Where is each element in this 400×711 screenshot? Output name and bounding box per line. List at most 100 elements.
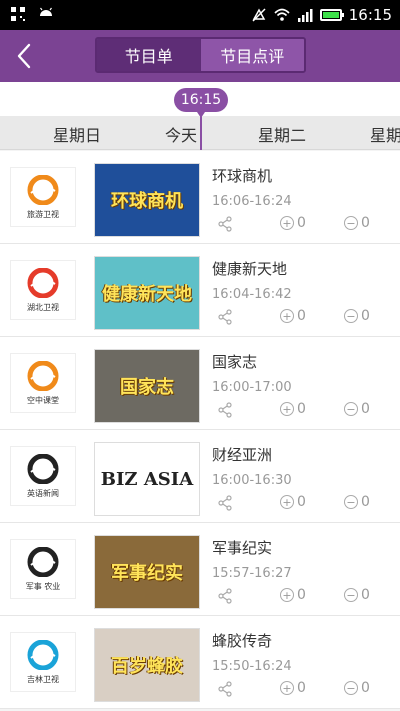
dislike-count: 0 xyxy=(361,494,370,510)
dislike-button[interactable]: − 0 xyxy=(344,215,370,231)
program-title: 军事纪实 xyxy=(212,539,273,557)
share-icon[interactable] xyxy=(217,216,233,232)
plus-icon: + xyxy=(280,402,294,416)
share-icon[interactable] xyxy=(217,681,233,697)
channel-emblem-icon xyxy=(27,267,59,298)
minus-icon: − xyxy=(344,216,358,230)
thumbnail-caption: 百岁蜂胶 xyxy=(111,656,183,677)
thumbnail-caption: 环球商机 xyxy=(111,191,183,212)
dislike-button[interactable]: − 0 xyxy=(344,308,370,324)
tab-schedule[interactable]: 节目单 xyxy=(97,39,201,71)
minus-icon: − xyxy=(344,402,358,416)
wifi-icon xyxy=(274,8,290,21)
channel-logo: 湖北卫视 xyxy=(10,260,76,320)
like-button[interactable]: + 0 xyxy=(280,494,306,510)
channel-name: 英语新闻 xyxy=(27,488,59,498)
like-count: 0 xyxy=(297,680,306,696)
channel-emblem-icon xyxy=(27,546,59,577)
program-thumbnail[interactable]: 军事纪实 xyxy=(94,535,200,609)
program-thumbnail[interactable]: 健康新天地 xyxy=(94,256,200,330)
day-next[interactable]: 星期 xyxy=(370,122,400,146)
day-tuesday[interactable]: 星期二 xyxy=(258,122,306,146)
program-row[interactable]: 旅游卫视 环球商机 环球商机 16:06-16:24 + 0 − 0 xyxy=(0,151,400,244)
program-thumbnail[interactable]: BIZ ASIA xyxy=(94,442,200,516)
channel-emblem-icon xyxy=(27,639,59,670)
channel-logo: 空中课堂 xyxy=(10,353,76,413)
channel-name: 吉林卫视 xyxy=(27,674,59,684)
program-row[interactable]: 英语新闻 BIZ ASIA 财经亚洲 16:00-16:30 + 0 − 0 xyxy=(0,430,400,523)
like-count: 0 xyxy=(297,587,306,603)
day-sunday[interactable]: 星期日 xyxy=(53,122,101,146)
status-bar: 16:15 xyxy=(0,0,400,30)
channel-name: 空中课堂 xyxy=(27,395,59,405)
program-time: 16:00-17:00 xyxy=(212,380,292,395)
mute-icon xyxy=(252,8,266,22)
program-time: 16:04-16:42 xyxy=(212,287,292,302)
dislike-button[interactable]: − 0 xyxy=(344,401,370,417)
share-icon[interactable] xyxy=(217,495,233,511)
program-title: 财经亚洲 xyxy=(212,446,273,464)
current-time-line xyxy=(200,110,202,150)
thumbnail-caption: 国家志 xyxy=(120,377,174,398)
current-time-indicator: 16:15 xyxy=(174,88,228,118)
tab-reviews[interactable]: 节目点评 xyxy=(200,39,304,71)
share-icon[interactable] xyxy=(217,588,233,604)
program-time: 16:00-16:30 xyxy=(212,473,292,488)
thumbnail-caption: 军事纪实 xyxy=(111,563,183,584)
like-button[interactable]: + 0 xyxy=(280,587,306,603)
signal-icon xyxy=(297,9,313,22)
share-icon[interactable] xyxy=(217,309,233,325)
dislike-count: 0 xyxy=(361,308,370,324)
program-row[interactable]: 军事 农业 军事纪实 军事纪实 15:57-16:27 + 0 − 0 xyxy=(0,523,400,616)
dislike-button[interactable]: − 0 xyxy=(344,494,370,510)
day-today[interactable]: 今天 xyxy=(165,122,197,146)
program-time: 15:57-16:27 xyxy=(212,566,292,581)
dislike-count: 0 xyxy=(361,215,370,231)
channel-emblem-icon xyxy=(27,360,59,391)
program-title: 环球商机 xyxy=(212,167,273,185)
channel-name: 旅游卫视 xyxy=(27,209,59,219)
channel-name: 湖北卫视 xyxy=(27,302,59,312)
channel-emblem-icon xyxy=(27,174,59,205)
channel-logo: 军事 农业 xyxy=(10,539,76,599)
channel-emblem-icon xyxy=(27,453,59,484)
like-button[interactable]: + 0 xyxy=(280,401,306,417)
program-title: 健康新天地 xyxy=(212,260,288,278)
channel-logo: 吉林卫视 xyxy=(10,632,76,692)
like-count: 0 xyxy=(297,401,306,417)
grid-icon xyxy=(11,7,25,21)
dislike-count: 0 xyxy=(361,680,370,696)
header-bar: 节目单 节目点评 xyxy=(0,30,400,82)
dislike-count: 0 xyxy=(361,401,370,417)
like-count: 0 xyxy=(297,494,306,510)
dislike-button[interactable]: − 0 xyxy=(344,680,370,696)
like-button[interactable]: + 0 xyxy=(280,215,306,231)
plus-icon: + xyxy=(280,588,294,602)
minus-icon: − xyxy=(344,588,358,602)
thumbnail-caption: 健康新天地 xyxy=(102,284,192,305)
plus-icon: + xyxy=(280,309,294,323)
like-count: 0 xyxy=(297,215,306,231)
program-thumbnail[interactable]: 百岁蜂胶 xyxy=(94,628,200,702)
segmented-tabs: 节目单 节目点评 xyxy=(95,37,306,73)
plus-icon: + xyxy=(280,216,294,230)
share-icon[interactable] xyxy=(217,402,233,418)
back-arrow-icon[interactable] xyxy=(10,40,42,72)
channel-logo: 英语新闻 xyxy=(10,446,76,506)
program-row[interactable]: 湖北卫视 健康新天地 健康新天地 16:04-16:42 + 0 − 0 xyxy=(0,244,400,337)
like-button[interactable]: + 0 xyxy=(280,308,306,324)
program-time: 16:06-16:24 xyxy=(212,194,292,209)
minus-icon: − xyxy=(344,681,358,695)
program-thumbnail[interactable]: 国家志 xyxy=(94,349,200,423)
status-time: 16:15 xyxy=(348,6,392,24)
channel-logo: 旅游卫视 xyxy=(10,167,76,227)
minus-icon: − xyxy=(344,309,358,323)
dislike-button[interactable]: − 0 xyxy=(344,587,370,603)
dislike-count: 0 xyxy=(361,587,370,603)
program-thumbnail[interactable]: 环球商机 xyxy=(94,163,200,237)
program-row[interactable]: 空中课堂 国家志 国家志 16:00-17:00 + 0 − 0 xyxy=(0,337,400,430)
thumbnail-caption: BIZ ASIA xyxy=(100,468,194,490)
like-button[interactable]: + 0 xyxy=(280,680,306,696)
channel-name: 军事 农业 xyxy=(25,581,61,591)
program-row[interactable]: 吉林卫视 百岁蜂胶 蜂胶传奇 15:50-16:24 + 0 − 0 xyxy=(0,616,400,709)
